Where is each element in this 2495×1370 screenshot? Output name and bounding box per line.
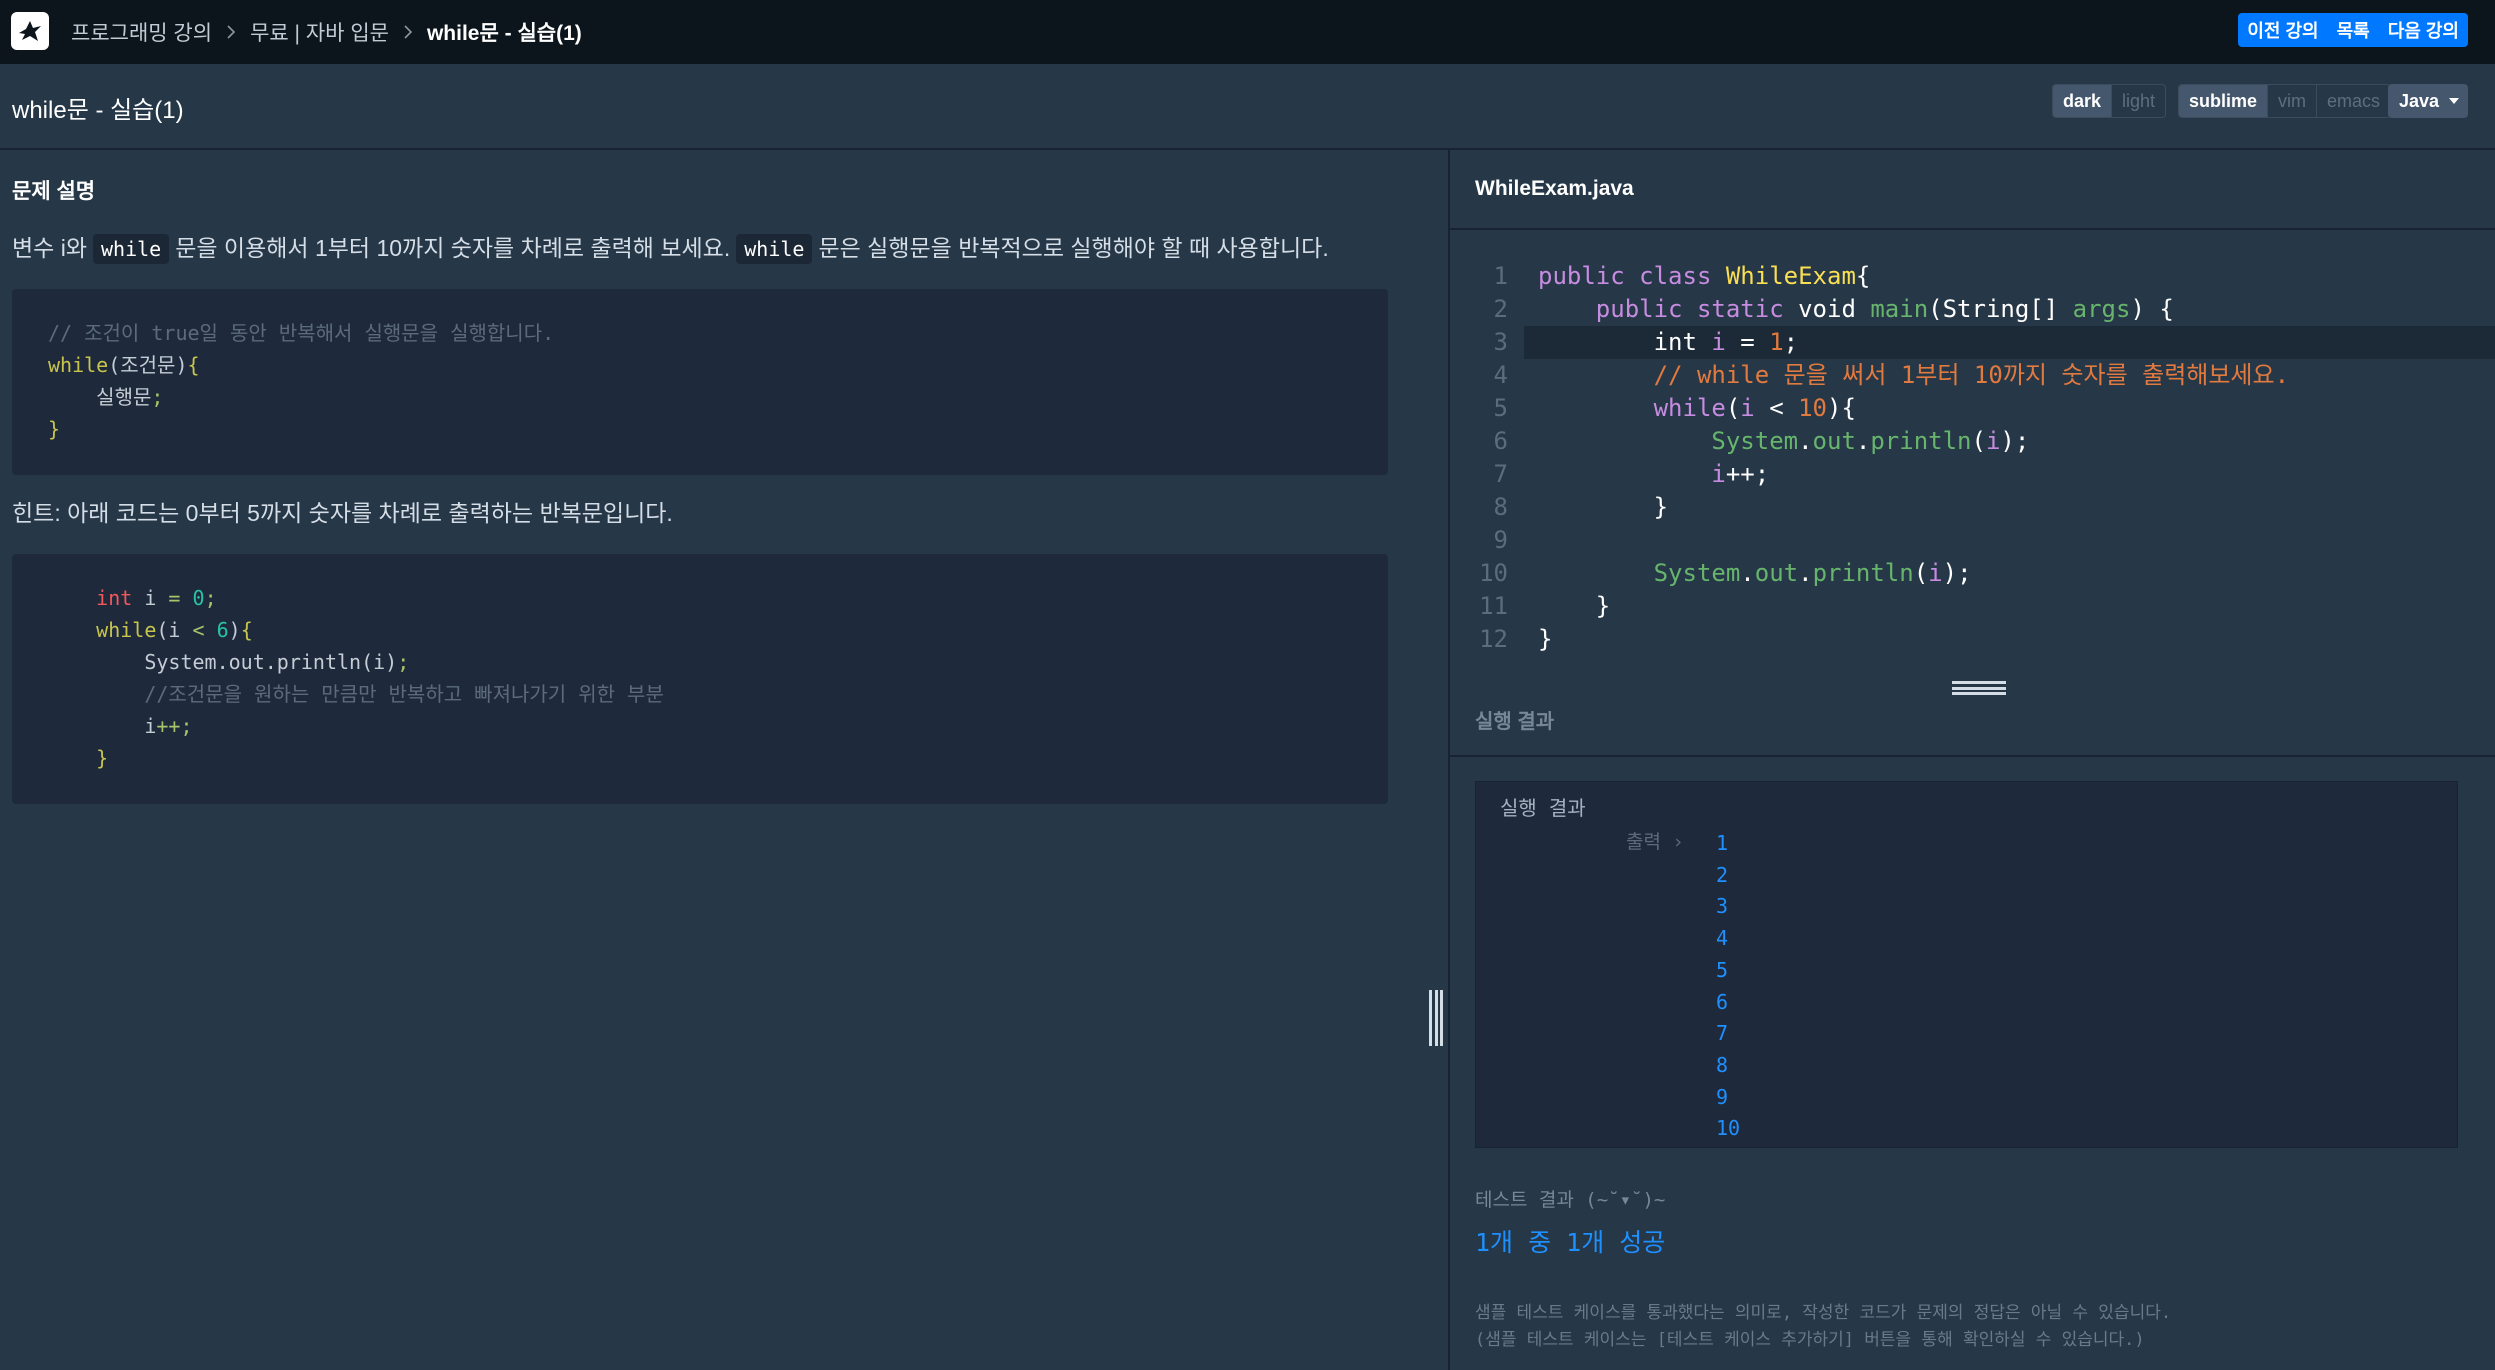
line-number: 11 <box>1479 592 1508 620</box>
code-line: 11 } <box>1450 590 2495 623</box>
keymap-sublime-option[interactable]: sublime <box>2179 85 2269 117</box>
test-result-label: 테스트 결과 (~˘▾˘)~ <box>1475 1189 1666 1211</box>
code-line: 12} <box>1450 623 2495 656</box>
line-number: 4 <box>1493 361 1508 389</box>
result-header: 실행 결과 <box>1450 695 2495 757</box>
output-line: 2 <box>1716 862 1729 887</box>
page-title: while문 - 실습(1) <box>12 97 184 124</box>
test-note-line: (샘플 테스트 케이스는 [테스트 케이스 추가하기] 버튼을 통해 확인하실 … <box>1475 1330 2145 1350</box>
breadcrumb-current-lesson: while문 - 실습(1) <box>426 22 582 45</box>
code-line: 5 while(i < 10){ <box>1450 392 2495 425</box>
top-nav: 프로그래밍 강의 무료 | 자바 입문 while문 - 실습(1) 이전 강의… <box>0 0 2495 64</box>
desc-text-2: 문을 이용해서 1부터 10까지 숫자를 차례로 출력해 보세요. <box>175 235 731 261</box>
line-number: 2 <box>1493 295 1508 323</box>
editor-panel: WhileExam.java 1 public class WhileExam{ … <box>1448 150 2495 1370</box>
chevron-right-icon <box>226 24 236 40</box>
code-example-hint: int i = 0; while(i < 6){ System.out.prin… <box>12 554 1388 804</box>
theme-light-option[interactable]: light <box>2112 85 2165 117</box>
horizontal-resize-handle[interactable] <box>1952 681 2006 695</box>
test-note: 샘플 테스트 케이스를 통과했다는 의미로, 작성한 코드가 문제의 정답은 아… <box>1475 1300 2171 1354</box>
keymap-toggle: sublime vim emacs <box>2178 84 2392 118</box>
code-line: 6 System.out.println(i); <box>1450 425 2495 458</box>
desc-text-1: 변수 i와 <box>12 235 87 261</box>
language-value: Java <box>2399 90 2440 111</box>
prev-lecture-button[interactable]: 이전 강의 <box>2238 13 2327 47</box>
chevron-right-icon <box>403 24 413 40</box>
code-line: 4 // while 문을 써서 1부터 10까지 숫자를 출력해보세요. <box>1450 359 2495 392</box>
desc-text-3: 문은 실행문을 반복적으로 실행해야 할 때 사용합니다. <box>818 235 1329 261</box>
result-title: 실행 결과 <box>1475 711 1555 733</box>
output-line: 8 <box>1716 1052 1729 1077</box>
vertical-resize-handle[interactable] <box>1429 990 1443 1046</box>
line-number: 12 <box>1479 625 1508 653</box>
title-bar: while문 - 실습(1) dark light sublime vim em… <box>0 64 2495 150</box>
output-line: 3 <box>1716 894 1729 919</box>
list-button[interactable]: 목록 <box>2328 13 2379 47</box>
breadcrumb-java-intro[interactable]: 무료 | 자바 입문 <box>250 17 389 47</box>
output-line: 7 <box>1716 1021 1729 1046</box>
keymap-vim-option[interactable]: vim <box>2268 85 2318 117</box>
output-box: 실행 결과 출력 › 1 2 3 4 5 6 7 8 9 10 <box>1475 781 2458 1148</box>
language-select[interactable]: Java <box>2388 84 2468 118</box>
output-line: 6 <box>1716 989 1729 1014</box>
line-number: 3 <box>1493 328 1508 356</box>
problem-description: 변수 i와 while 문을 이용해서 1부터 10까지 숫자를 차례로 출력해 보… <box>12 231 1329 266</box>
caret-down-icon <box>2449 98 2460 104</box>
lecture-nav-buttons: 이전 강의 목록 다음 강의 <box>2238 13 2468 47</box>
logo-icon[interactable] <box>11 12 49 50</box>
line-number: 9 <box>1493 526 1508 554</box>
line-number: 1 <box>1493 262 1508 290</box>
keymap-emacs-option[interactable]: emacs <box>2317 85 2390 117</box>
problem-heading: 문제 설명 <box>12 180 96 203</box>
code-line: 7 i++; <box>1450 458 2495 491</box>
code-example-syntax: // 조건이 true일 동안 반복해서 실행문을 실행합니다. while(조… <box>12 289 1388 475</box>
test-note-line: 샘플 테스트 케이스를 통과했다는 의미로, 작성한 코드가 문제의 정답은 아… <box>1475 1303 2172 1323</box>
output-line: 10 <box>1716 1116 1741 1141</box>
code-line: 2 public static void main(String[] args)… <box>1450 293 2495 326</box>
inline-code-while: while <box>92 234 170 264</box>
output-line: 1 <box>1716 831 1729 855</box>
output-lines: 1 2 3 4 5 6 7 8 9 10 <box>1716 828 1740 1145</box>
file-tab: WhileExam.java <box>1450 150 2495 230</box>
hint-text: 힌트: 아래 코드는 0부터 5까지 숫자를 차례로 출력하는 반복문입니다. <box>12 500 673 526</box>
theme-toggle: dark light <box>2052 84 2167 118</box>
line-number: 7 <box>1493 460 1508 488</box>
test-result-summary: 1개 중 1개 성공 <box>1475 1228 1666 1257</box>
problem-panel: 문제 설명 변수 i와 while 문을 이용해서 1부터 10까지 숫자를 차례로… <box>0 150 1448 1370</box>
breadcrumb: 프로그래밍 강의 무료 | 자바 입문 while문 - 실습(1) <box>71 0 582 64</box>
output-label: 실행 결과 <box>1500 796 1586 820</box>
output-prefix: 출력 › <box>1626 831 1684 853</box>
code-line: 8 } <box>1450 491 2495 524</box>
code-editor[interactable]: 1 public class WhileExam{ 2 public static… <box>1450 232 2495 682</box>
output-line: 4 <box>1716 926 1729 951</box>
theme-dark-option[interactable]: dark <box>2053 85 2113 117</box>
next-lecture-button[interactable]: 다음 강의 <box>2379 13 2468 47</box>
output-line: 5 <box>1716 957 1729 982</box>
line-number: 6 <box>1493 427 1508 455</box>
line-number: 10 <box>1479 559 1508 587</box>
breadcrumb-programming-lectures[interactable]: 프로그래밍 강의 <box>71 17 212 47</box>
inline-code-while: while <box>736 234 813 264</box>
code-line: 10 System.out.println(i); <box>1450 557 2495 590</box>
line-number: 8 <box>1493 493 1508 521</box>
line-number: 5 <box>1493 394 1508 422</box>
file-name: WhileExam.java <box>1475 177 1634 200</box>
code-line: 1 public class WhileExam{ <box>1450 260 2495 293</box>
output-line: 9 <box>1716 1084 1729 1109</box>
code-line: 3 int i = 1; <box>1450 326 2495 359</box>
code-line: 9 <box>1450 524 2495 557</box>
